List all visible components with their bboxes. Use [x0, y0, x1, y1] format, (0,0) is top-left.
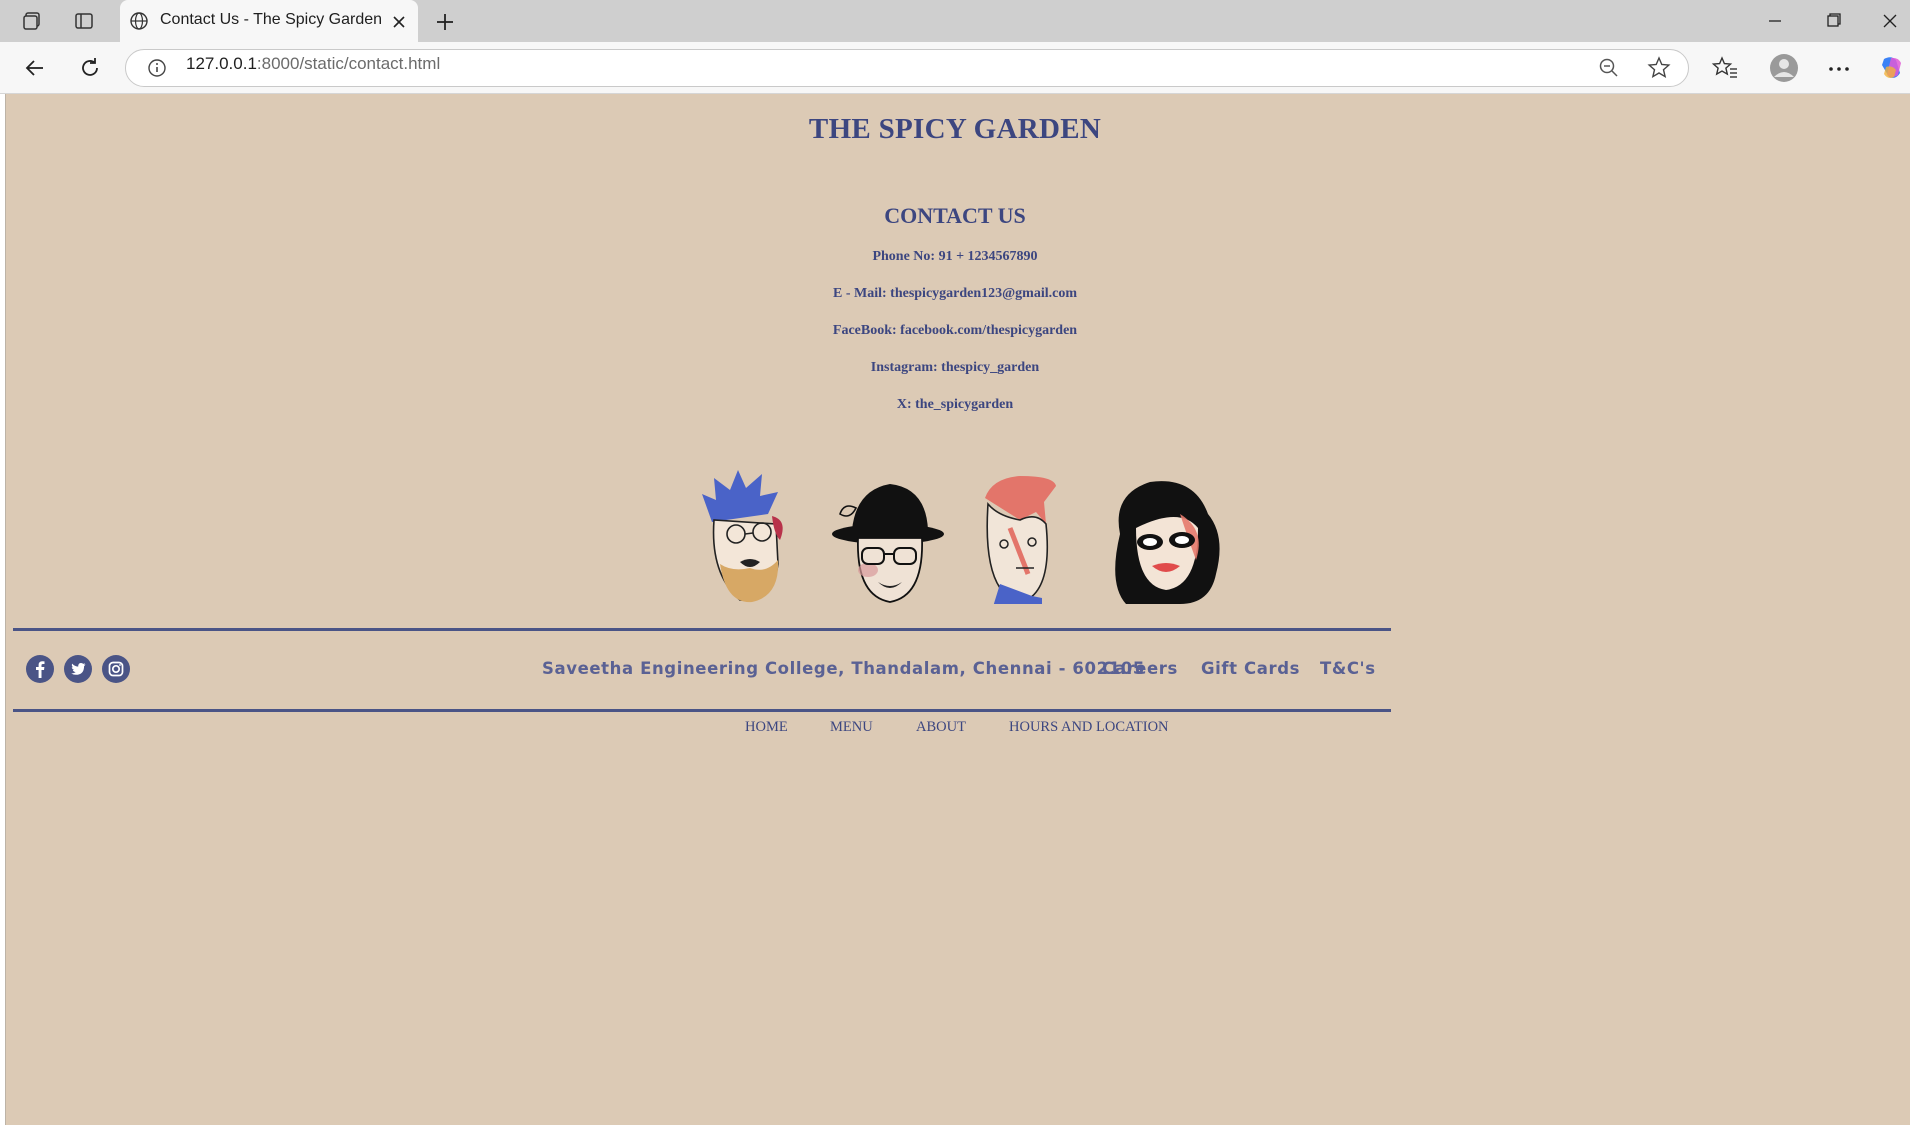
new-tab-icon[interactable] — [432, 9, 458, 35]
tab-title: Contact Us - The Spicy Garden — [160, 11, 383, 28]
globe-icon — [130, 12, 148, 30]
minimize-icon[interactable] — [1755, 8, 1795, 34]
tab-strip: Contact Us - The Spicy Garden — [0, 0, 1910, 42]
tab-actions-icon[interactable] — [69, 7, 99, 35]
face-blue-hair-icon — [702, 470, 783, 603]
faces-illustration — [702, 470, 1220, 604]
url-host: 127.0.0.1 — [186, 54, 257, 73]
back-arrow-icon[interactable] — [21, 54, 49, 82]
face-hat-glasses-icon — [832, 484, 944, 603]
favorites-icon[interactable] — [1711, 54, 1739, 82]
footer-link-careers[interactable]: Careers — [1102, 659, 1178, 678]
facebook-icon[interactable] — [25, 654, 55, 684]
profile-avatar-icon[interactable] — [1768, 52, 1800, 84]
url-text: 127.0.0.1:8000/static/contact.html — [186, 54, 440, 74]
contact-x: X: the_spicygarden — [896, 397, 1014, 412]
nav-home[interactable]: HOME — [745, 719, 788, 736]
footer-top-rule — [13, 628, 1391, 631]
contact-instagram: Instagram: thespicy_garden — [870, 360, 1040, 375]
twitter-icon[interactable] — [63, 654, 93, 684]
footer-link-gift-cards[interactable]: Gift Cards — [1201, 659, 1300, 678]
face-sunglasses-curly-icon — [1115, 481, 1220, 604]
refresh-icon[interactable] — [76, 54, 104, 82]
nav-about[interactable]: ABOUT — [916, 719, 966, 736]
face-coral-hair-icon — [985, 476, 1056, 604]
more-options-icon[interactable] — [1826, 56, 1852, 82]
favorite-star-icon[interactable] — [1646, 55, 1672, 81]
restore-icon[interactable] — [1813, 8, 1853, 34]
workspaces-icon[interactable] — [17, 7, 47, 35]
zoom-out-icon[interactable] — [1597, 56, 1621, 80]
close-window-icon[interactable] — [1870, 8, 1910, 34]
copilot-icon[interactable] — [1876, 53, 1906, 83]
contact-phone: Phone No: 91 + 1234567890 — [872, 249, 1038, 264]
nav-menu[interactable]: MENU — [830, 719, 873, 736]
instagram-icon[interactable] — [101, 654, 131, 684]
footer-link-terms[interactable]: T&C's — [1320, 659, 1376, 678]
address-bar: 127.0.0.1:8000/static/contact.html — [0, 42, 1910, 94]
footer-bottom-rule — [13, 709, 1391, 712]
contact-heading: CONTACT US — [884, 203, 1026, 228]
site-info-icon[interactable] — [146, 57, 168, 79]
contact-facebook: FaceBook: facebook.com/thespicygarden — [832, 323, 1078, 338]
close-tab-icon[interactable] — [388, 11, 410, 33]
url-path: :8000/static/contact.html — [256, 54, 441, 73]
site-title: THE SPICY GARDEN — [808, 113, 1102, 145]
contact-email: E - Mail: thespicygarden123@gmail.com — [833, 286, 1077, 301]
nav-hours-location[interactable]: HOURS AND LOCATION — [1009, 719, 1169, 736]
footer-address: Saveetha Engineering College, Thandalam,… — [542, 659, 1145, 678]
